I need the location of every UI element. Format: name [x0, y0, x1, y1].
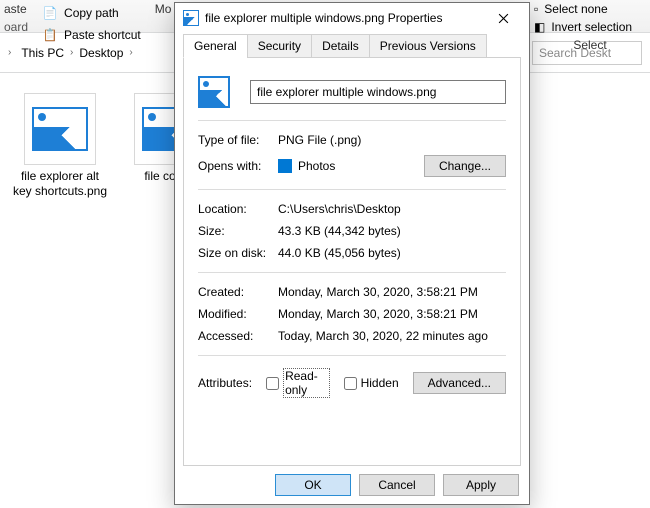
select-none-button[interactable]: ▫ Select none [534, 0, 646, 18]
type-value: PNG File (.png) [278, 133, 361, 147]
accessed-value: Today, March 30, 2020, 22 minutes ago [278, 329, 488, 343]
file-item[interactable]: file explorer alt key shortcuts.png [12, 93, 108, 199]
advanced-button[interactable]: Advanced... [413, 372, 506, 394]
paste-shortcut-label: Paste shortcut [64, 28, 141, 42]
tab-previous-versions[interactable]: Previous Versions [369, 34, 487, 58]
image-icon [32, 107, 88, 151]
select-none-icon: ▫ [534, 2, 538, 16]
copy-path-button[interactable]: 📄 Copy path [34, 2, 149, 24]
created-label: Created: [198, 285, 278, 299]
ok-button[interactable]: OK [275, 474, 351, 496]
size-value: 43.3 KB (44,342 bytes) [278, 224, 401, 238]
select-none-label: Select none [544, 2, 607, 16]
created-value: Monday, March 30, 2020, 3:58:21 PM [278, 285, 478, 299]
tab-body: Type of file: PNG File (.png) Opens with… [183, 57, 521, 466]
properties-dialog: file explorer multiple windows.png Prope… [174, 2, 530, 505]
copy-path-icon: 📄 [42, 5, 58, 21]
change-button[interactable]: Change... [424, 155, 506, 177]
close-icon [498, 13, 509, 24]
tab-strip: General Security Details Previous Versio… [175, 33, 529, 57]
copy-path-label: Copy path [64, 6, 119, 20]
clipboard-partial: oard [4, 20, 28, 34]
move-to-partial: Mo [155, 2, 172, 16]
opens-with-value: Photos [298, 159, 335, 173]
select-group-caption: Select [534, 36, 646, 52]
hidden-label: Hidden [361, 376, 399, 390]
breadcrumb-desktop[interactable]: Desktop [79, 46, 123, 60]
separator [198, 355, 506, 356]
tab-details[interactable]: Details [311, 34, 370, 58]
size-label: Size: [198, 224, 278, 238]
modified-value: Monday, March 30, 2020, 3:58:21 PM [278, 307, 478, 321]
chevron-right-icon: › [70, 47, 73, 58]
paste-partial: aste [4, 2, 28, 16]
paste-shortcut-icon: 📋 [42, 27, 58, 43]
type-label: Type of file: [198, 133, 278, 147]
separator [198, 272, 506, 273]
hidden-checkbox[interactable]: Hidden [344, 376, 399, 390]
size-on-disk-label: Size on disk: [198, 246, 278, 260]
separator [198, 120, 506, 121]
photos-app-icon [278, 159, 292, 173]
close-button[interactable] [483, 4, 523, 32]
location-value: C:\Users\chris\Desktop [278, 202, 401, 216]
readonly-label: Read-only [283, 368, 330, 398]
chevron-right-icon: › [129, 47, 132, 58]
opens-with-label: Opens with: [198, 159, 278, 173]
apply-button[interactable]: Apply [443, 474, 519, 496]
titlebar[interactable]: file explorer multiple windows.png Prope… [175, 3, 529, 33]
breadcrumb-this-pc[interactable]: This PC [21, 46, 64, 60]
modified-label: Modified: [198, 307, 278, 321]
file-thumbnail [24, 93, 96, 165]
paste-shortcut-button[interactable]: 📋 Paste shortcut [34, 24, 149, 46]
attributes-label: Attributes: [198, 376, 266, 390]
size-on-disk-value: 44.0 KB (45,056 bytes) [278, 246, 401, 260]
invert-selection-button[interactable]: ◧ Invert selection [534, 18, 646, 36]
chevron-right-icon[interactable]: › [8, 47, 11, 58]
file-type-icon [198, 76, 230, 108]
readonly-checkbox-input[interactable] [266, 377, 279, 390]
separator [198, 189, 506, 190]
hidden-checkbox-input[interactable] [344, 377, 357, 390]
accessed-label: Accessed: [198, 329, 278, 343]
image-file-icon [183, 10, 199, 26]
invert-selection-label: Invert selection [551, 20, 632, 34]
invert-selection-icon: ◧ [534, 20, 545, 34]
cancel-button[interactable]: Cancel [359, 474, 435, 496]
dialog-button-row: OK Cancel Apply [175, 466, 529, 504]
file-name: file explorer alt key shortcuts.png [12, 169, 108, 199]
dialog-title: file explorer multiple windows.png Prope… [205, 11, 442, 25]
tab-security[interactable]: Security [247, 34, 312, 58]
readonly-checkbox[interactable]: Read-only [266, 368, 330, 398]
tab-general[interactable]: General [183, 34, 248, 58]
filename-input[interactable] [250, 80, 506, 104]
location-label: Location: [198, 202, 278, 216]
